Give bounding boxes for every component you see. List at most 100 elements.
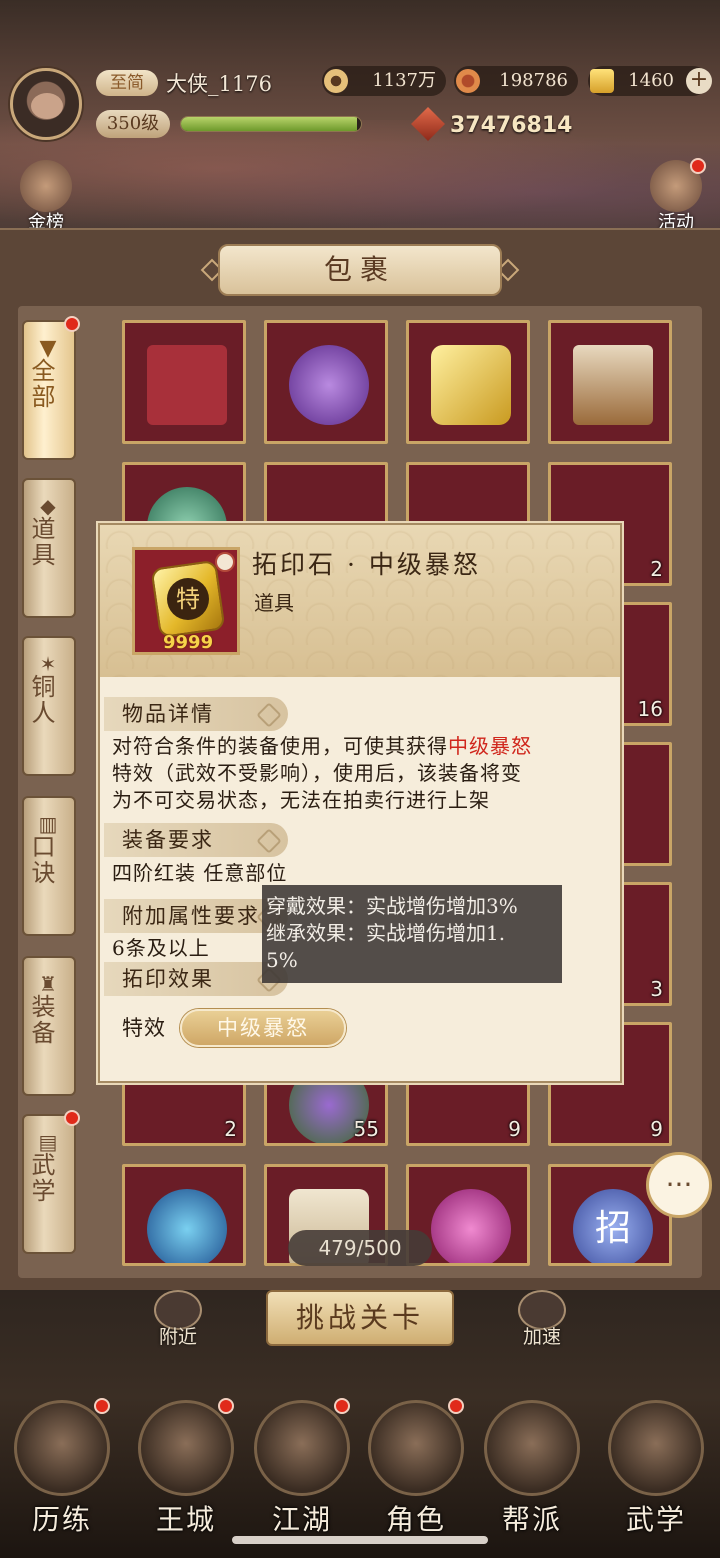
- skill-stone-icon: 招: [573, 1189, 653, 1263]
- nav-martial-arts-label: 武学: [625, 1503, 686, 1536]
- gold-value: 1460: [628, 70, 674, 91]
- coin-value: 1137万: [372, 70, 436, 91]
- power-gem-icon: [411, 107, 445, 141]
- item-count: 9: [650, 1117, 663, 1141]
- nav-royal-city[interactable]: 王城: [130, 1398, 242, 1540]
- nav-guild[interactable]: 帮派: [476, 1400, 588, 1540]
- tab-all[interactable]: ▼ 全部: [22, 316, 80, 460]
- gold-ingot-icon: [590, 69, 614, 93]
- item-type: 道具: [254, 591, 294, 615]
- tab-items[interactable]: ◆ 道具: [22, 478, 76, 618]
- item-slot[interactable]: [264, 320, 388, 444]
- desc-line3: 为不可交易状态，无法在拍卖行进行上架: [112, 788, 490, 812]
- guild-icon: [484, 1400, 580, 1496]
- desc-line1: 对符合条件的装备使用，可使其获得: [112, 734, 448, 758]
- item-slot[interactable]: [122, 320, 246, 444]
- home-indicator[interactable]: [232, 1536, 488, 1544]
- item-icon-qty: 9999: [163, 632, 214, 653]
- tab-equipment[interactable]: ♜ 装备: [22, 956, 76, 1096]
- tab-bronze-man[interactable]: ✶ 铜人: [22, 636, 76, 776]
- attr-req-text: 6条及以上: [112, 936, 210, 960]
- nearby-button[interactable]: 附近: [148, 1290, 208, 1348]
- nav-jianghu[interactable]: 江湖: [246, 1398, 358, 1540]
- character-icon: [368, 1400, 464, 1496]
- notification-dot: [690, 158, 706, 174]
- item-slot[interactable]: [548, 320, 672, 444]
- tab-items-label: 道具: [27, 516, 55, 568]
- corner-badge-icon: [215, 552, 235, 572]
- section-equip-req: 装备要求: [104, 823, 288, 857]
- nav-training[interactable]: 历练: [6, 1398, 118, 1540]
- pink-orb-icon: [431, 1189, 511, 1263]
- item-description: 对符合条件的装备使用，可使其获得中级暴怒 特效（武效不受影响），使用后，该装备将…: [112, 733, 532, 814]
- scroll-icon: ▥: [38, 812, 60, 836]
- nav-character[interactable]: 角色: [360, 1398, 472, 1540]
- notification-dot: [94, 1398, 110, 1414]
- bag-capacity: 479/500: [288, 1230, 432, 1266]
- event-button[interactable]: 活动: [644, 158, 708, 233]
- tab-bronze-man-label: 铜人: [27, 674, 55, 726]
- item-detail-popup: 特 9999 拓印石 · 中级暴怒 道具 物品详情 对符合条件的装备使用，可使其…: [98, 523, 622, 1083]
- token-glyph: 特: [167, 578, 209, 620]
- tooltip-inherit-effect: 继承效果：实战增伤增加1.: [266, 921, 506, 945]
- popup-header: 特 9999 拓印石 · 中级暴怒 道具: [100, 525, 620, 677]
- item-count: 16: [637, 697, 663, 721]
- desc-line2: 特效（武效不受影响），使用后，该装备将变: [112, 761, 522, 785]
- item-count: 2: [650, 557, 663, 581]
- desc-highlight: 中级暴怒: [448, 734, 532, 758]
- add-gold-button[interactable]: +: [686, 68, 712, 94]
- section-attr-req: 附加属性要求: [104, 899, 288, 933]
- tab-formula[interactable]: ▥ 口诀: [22, 796, 76, 936]
- item-count: 3: [650, 977, 663, 1001]
- item-slot[interactable]: [406, 320, 530, 444]
- notification-dot: [64, 1110, 80, 1126]
- equip-req-text: 四阶红装 任意部位: [112, 861, 288, 885]
- speedup-label: 加速: [522, 1326, 561, 1348]
- gold-token-icon: [431, 345, 511, 425]
- chat-button[interactable]: ···: [646, 1152, 712, 1218]
- tab-martial-arts[interactable]: ▤ 武学: [22, 1110, 80, 1254]
- notification-dot: [64, 316, 80, 332]
- book-chest-icon: [573, 345, 653, 425]
- item-count: 55: [353, 1117, 379, 1141]
- item-slot[interactable]: [122, 1164, 246, 1266]
- copper-counter[interactable]: 198786: [454, 66, 578, 96]
- power-value: 37476814: [450, 113, 573, 138]
- item-count: 9: [508, 1117, 521, 1141]
- effect-value-pill[interactable]: 中级暴怒: [180, 1009, 346, 1047]
- copper-value: 198786: [499, 70, 568, 91]
- effect-tooltip: 穿戴效果：实战增伤增加3% 继承效果：实战增伤增加1. 5%: [262, 885, 562, 983]
- gold-token-icon: 特: [150, 559, 226, 639]
- ranking-button[interactable]: 金榜: [14, 160, 78, 233]
- tooltip-inherit-effect-cont: 5%: [266, 948, 298, 972]
- section-effect: 拓印效果: [104, 962, 288, 996]
- tooltip-wear-effect: 穿戴效果：实战增伤增加3%: [266, 894, 518, 918]
- notification-dot: [218, 1398, 234, 1414]
- city-gate-icon: [138, 1400, 234, 1496]
- exp-bar-fill: [181, 117, 358, 131]
- player-avatar[interactable]: [10, 68, 82, 140]
- coin-icon: [324, 69, 348, 93]
- ranking-icon: [20, 160, 72, 212]
- scrolls-icon: [608, 1400, 704, 1496]
- level-badge: 350级: [96, 110, 170, 138]
- bronze-man-icon: ✶: [39, 652, 59, 676]
- blue-orb-icon: [147, 1189, 227, 1263]
- vip-badge: 至简: [96, 70, 158, 96]
- tab-formula-label: 口诀: [27, 834, 55, 886]
- speedup-button[interactable]: 加速: [512, 1290, 572, 1348]
- nav-guild-label: 帮派: [501, 1503, 562, 1536]
- coin-counter[interactable]: 1137万: [322, 66, 446, 96]
- combat-power: 37476814: [411, 107, 573, 141]
- effect-label: 特效: [122, 1016, 166, 1040]
- nav-training-label: 历练: [31, 1503, 92, 1536]
- nav-martial-arts[interactable]: 武学: [600, 1400, 712, 1540]
- player-name: 大侠_1176: [166, 72, 272, 96]
- bag-title: 包裹: [218, 244, 502, 296]
- exp-bar: [180, 116, 362, 132]
- challenge-stage-button[interactable]: 挑战关卡: [266, 1290, 454, 1346]
- copper-icon: [456, 69, 480, 93]
- section-item-detail: 物品详情: [104, 697, 288, 731]
- bag-icon: ◆: [40, 494, 58, 518]
- jianghu-icon: [254, 1400, 350, 1496]
